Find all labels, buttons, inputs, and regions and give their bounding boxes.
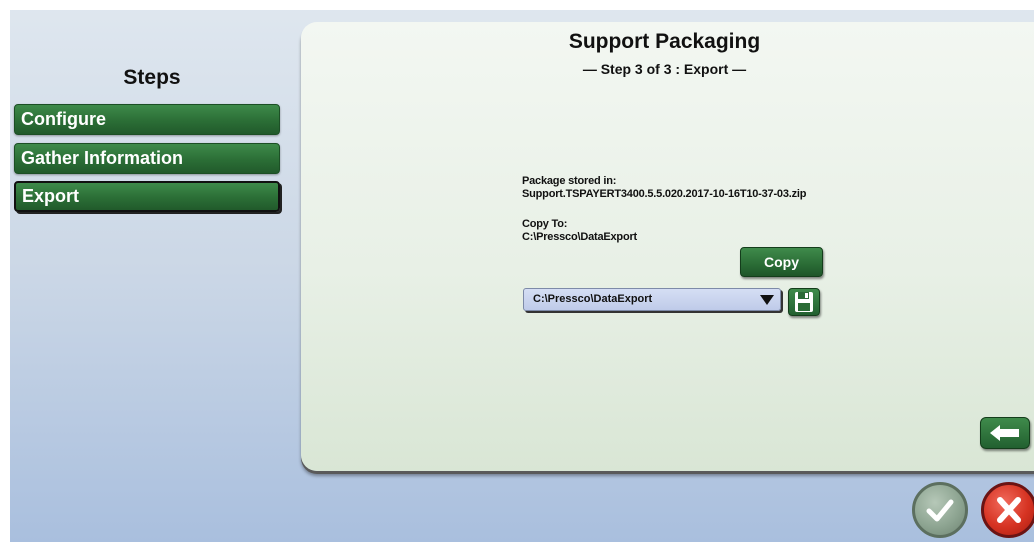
destination-dropdown-value: C:\Pressco\DataExport: [533, 293, 653, 305]
package-stored-label: Package stored in:: [522, 175, 617, 187]
x-icon: [997, 497, 1021, 523]
panel-subtitle: — Step 3 of 3 : Export —: [582, 61, 747, 77]
steps-title: Steps: [123, 66, 181, 89]
arrow-left-icon: [990, 425, 1019, 441]
dropdown-arrow-icon: [760, 295, 774, 305]
step-export[interactable]: Export: [14, 181, 280, 212]
main-panel: [301, 22, 1034, 471]
copy-to-path: C:\Pressco\DataExport: [522, 231, 638, 243]
copy-to-label: Copy To:: [522, 218, 568, 230]
package-file-name: Support.TSPAYERT3400.5.5.020.2017-10-16T…: [522, 188, 807, 200]
copy-button[interactable]: Copy: [740, 247, 823, 277]
back-button[interactable]: [980, 417, 1030, 449]
window-left-border: [0, 0, 10, 542]
step-configure[interactable]: Configure: [14, 104, 280, 135]
save-button[interactable]: [788, 288, 820, 316]
cancel-button[interactable]: [981, 482, 1034, 538]
checkmark-icon: [926, 499, 954, 522]
window-top-border: [0, 0, 1034, 10]
ok-button[interactable]: [912, 482, 968, 538]
panel-title: Support Packaging: [568, 30, 761, 53]
step-gather-information[interactable]: Gather Information: [14, 143, 280, 174]
floppy-disk-icon: [795, 292, 813, 312]
destination-dropdown[interactable]: C:\Pressco\DataExport: [523, 288, 781, 311]
